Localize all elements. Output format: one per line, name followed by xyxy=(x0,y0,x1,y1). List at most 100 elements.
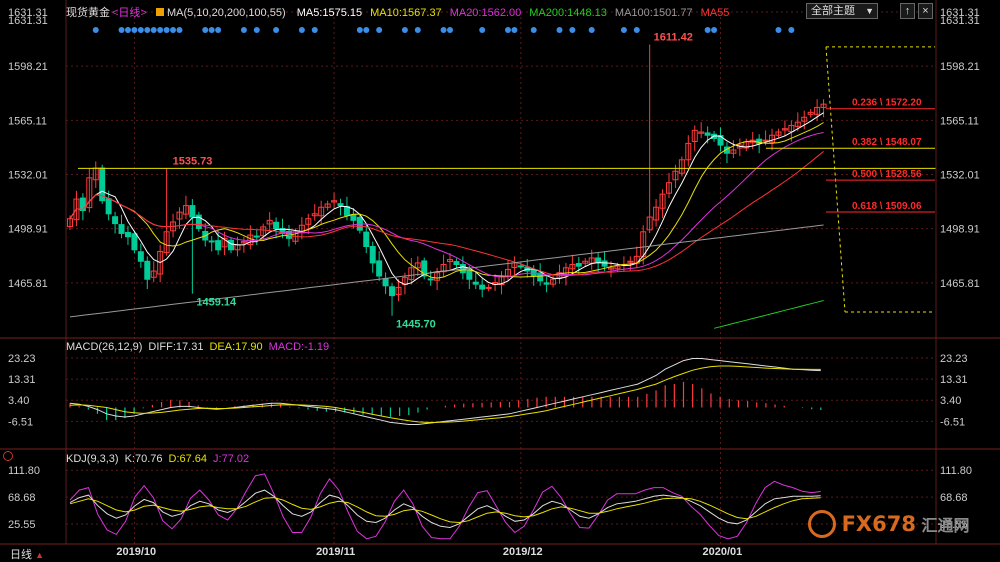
fib-level-label: 0.236 \ 1572.20 xyxy=(852,98,922,109)
indicator-legend-item: K:70.76 xyxy=(124,453,163,465)
candle-body xyxy=(215,240,222,251)
macd-panel xyxy=(69,358,822,425)
candle-body xyxy=(105,198,112,215)
ma-line-ma5 xyxy=(69,112,824,286)
candle-body xyxy=(137,251,144,262)
event-marker xyxy=(704,27,711,33)
kdj-legend: KDJ(9,3,3) K:70.76 D:67.64 J:77.02 xyxy=(66,453,255,465)
indicator-legend-item: D:67.64 xyxy=(168,453,208,465)
price-annotation: 1459.14 xyxy=(196,297,237,309)
candle-body xyxy=(376,260,383,277)
candle-body xyxy=(453,261,460,266)
indicator-settings-icon[interactable] xyxy=(3,451,13,461)
x-tick-label: 2019/12 xyxy=(503,546,543,558)
y-tick-label-right: 1598.21 xyxy=(940,61,980,73)
watermark-brand: FX678 xyxy=(841,512,916,536)
event-marker xyxy=(208,27,215,33)
ma-spec: MA(5,10,20,200,100,55) xyxy=(166,7,286,19)
candle-body xyxy=(363,231,370,248)
macd-tick-right: 23.23 xyxy=(940,353,968,365)
y-tick-label-left: 1532.01 xyxy=(8,170,48,182)
candle-body xyxy=(343,206,350,216)
bottom-tab[interactable]: 日线 ▲ xyxy=(10,546,44,562)
event-marker xyxy=(788,27,795,33)
macd-tick-right: 13.31 xyxy=(940,374,968,386)
y-tick-label-right: 1465.81 xyxy=(940,278,980,290)
candle-body xyxy=(118,224,125,234)
event-marker xyxy=(137,27,144,33)
period-label[interactable]: <日线> xyxy=(112,7,147,19)
event-marker xyxy=(176,27,183,33)
header-legend: 现货黄金 <日线> MA(5,10,20,200,100,55) MA5:1575… xyxy=(66,4,729,20)
event-marker xyxy=(504,27,511,33)
event-marker xyxy=(401,27,408,33)
event-marker xyxy=(414,27,421,33)
event-marker xyxy=(157,27,164,33)
event-marker xyxy=(376,27,383,33)
event-marker xyxy=(92,27,99,33)
fib-diagonal xyxy=(825,46,846,313)
event-marker xyxy=(479,27,486,33)
event-marker xyxy=(150,27,157,33)
close-button[interactable]: × xyxy=(918,3,933,19)
arrow-up-button[interactable]: ↑ xyxy=(900,3,915,19)
ma-icon xyxy=(155,8,164,16)
candle-body xyxy=(543,282,550,285)
kdj-tick-right: 111.80 xyxy=(940,465,972,477)
macd-diff-line xyxy=(69,358,821,425)
kdj-tick-left: 111.80 xyxy=(8,465,40,477)
kdj-tick-right: 68.68 xyxy=(940,492,968,504)
event-marker xyxy=(356,27,363,33)
candle-body xyxy=(112,216,119,225)
event-marker xyxy=(240,27,247,33)
macd-tick-left: 23.23 xyxy=(8,353,36,365)
price-annotation: 1611.42 xyxy=(654,32,693,44)
event-marker xyxy=(440,27,447,33)
ma-legend-item: MA20:1562.00 xyxy=(449,7,522,19)
y-tick-label-left: 1465.81 xyxy=(8,278,48,290)
y-tick-label-left: 1631.31 xyxy=(8,15,48,27)
macd-tick-left: 13.31 xyxy=(8,374,36,386)
candle-body xyxy=(273,221,280,230)
watermark: FX678 汇通网 xyxy=(808,510,970,538)
y-tick-label-left: 1565.11 xyxy=(8,115,47,127)
kdj-tick-left: 25.55 xyxy=(8,519,36,531)
candle-body xyxy=(704,132,711,136)
kdj-panel xyxy=(69,473,821,540)
event-marker xyxy=(124,27,131,33)
ma-line-ma20 xyxy=(69,132,824,278)
candle-body xyxy=(389,286,396,297)
watermark-logo-icon xyxy=(808,510,836,538)
fib-level-label: 0.382 \ 1548.07 xyxy=(852,137,922,148)
chevron-down-icon: ▼ xyxy=(865,6,874,16)
candle-body xyxy=(189,205,196,218)
kdj-k-line xyxy=(69,489,821,529)
candle-body xyxy=(466,270,473,280)
candle-body xyxy=(627,260,634,263)
event-marker xyxy=(118,27,125,33)
event-marker xyxy=(511,27,518,33)
event-marker xyxy=(620,27,627,33)
macd-dea-line xyxy=(69,365,821,423)
candle-body xyxy=(228,239,235,251)
indicator-legend-item: MACD(26,12,9) xyxy=(66,341,143,353)
theme-select[interactable]: 全部主题 ▼ xyxy=(806,3,878,19)
triangle-up-icon: ▲ xyxy=(35,550,44,560)
kdj-j-line xyxy=(69,473,821,540)
event-marker xyxy=(202,27,209,33)
fib-level-label: 0.618 \ 1509.06 xyxy=(852,201,922,212)
y-tick-label-left: 1598.21 xyxy=(8,61,48,73)
event-marker xyxy=(253,27,260,33)
candle-body xyxy=(762,139,769,142)
close-icon: × xyxy=(922,5,929,17)
candle-body xyxy=(427,278,434,281)
candle-body xyxy=(124,231,131,238)
price-panel: 0.236 \ 1572.20 0.382 \ 1548.07 0.500 \ 15… xyxy=(67,27,936,331)
event-marker xyxy=(215,27,222,33)
event-marker xyxy=(569,27,576,33)
event-marker xyxy=(775,27,782,33)
x-tick-label: 2020/01 xyxy=(703,546,743,558)
event-marker xyxy=(633,27,640,33)
candle-body xyxy=(479,284,486,290)
ma-line-ma10 xyxy=(69,122,824,279)
